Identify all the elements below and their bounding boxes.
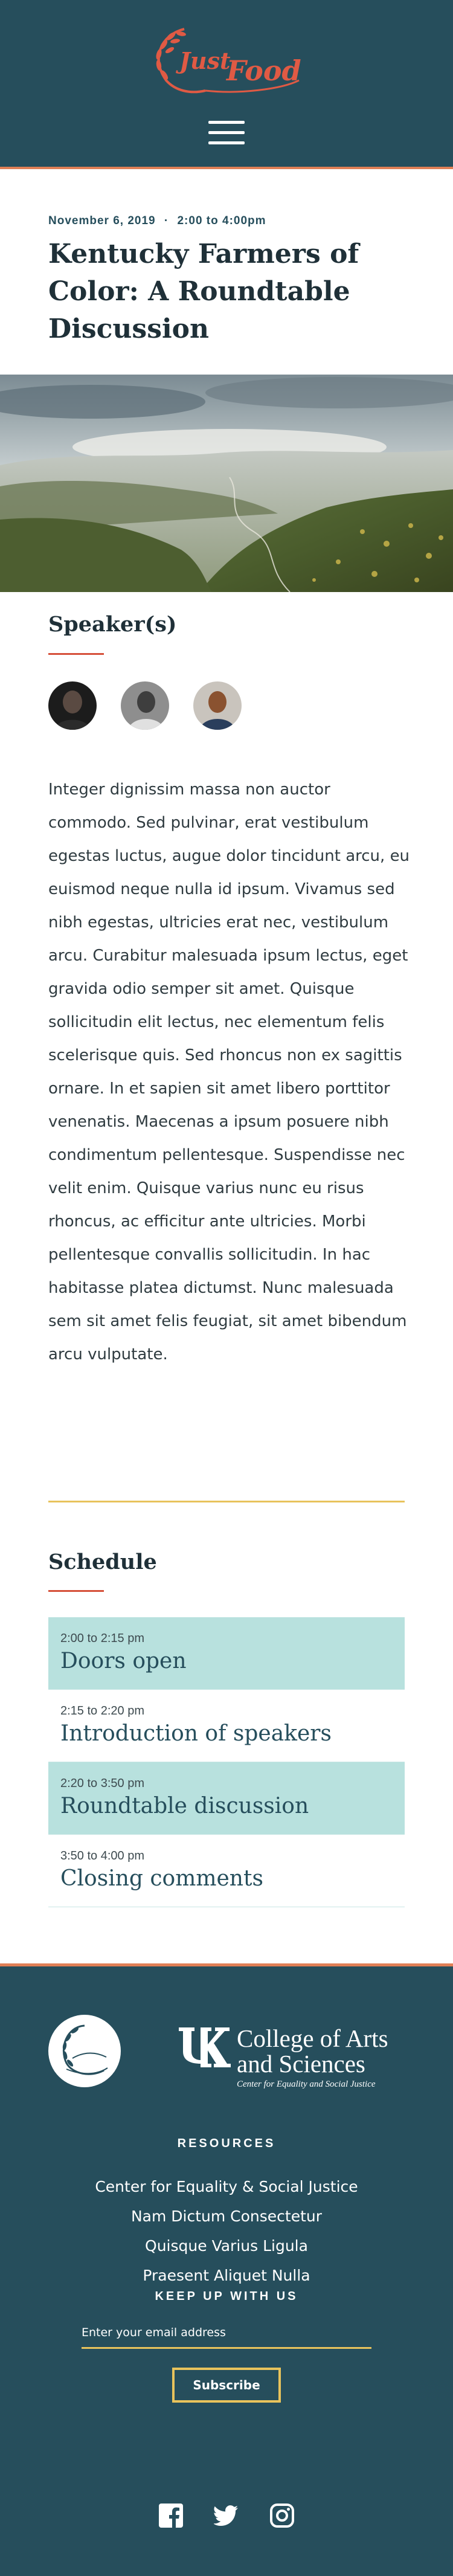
- schedule-item[interactable]: 2:00 to 2:15 pm Doors open: [48, 1617, 405, 1690]
- speaker-avatar-2[interactable]: [121, 681, 169, 730]
- schedule-item-title: Roundtable discussion: [60, 1794, 309, 1818]
- college-of-arts-and-sciences-logo[interactable]: College of Arts and Sciences Center for …: [176, 2024, 406, 2090]
- facebook-icon[interactable]: [158, 2503, 184, 2528]
- section-divider: [48, 1501, 405, 1502]
- event-time: 2:00 to 4:00pm: [177, 214, 266, 227]
- footer-link[interactable]: Nam Dictum Consectetur: [0, 2201, 453, 2231]
- site-header: Just Food: [0, 0, 453, 169]
- schedule-item-time: 3:50 to 4:00 pm: [60, 1849, 144, 1863]
- footer-link[interactable]: Quisque Varius Ligula: [0, 2231, 453, 2261]
- newsletter-heading: KEEP UP WITH US: [155, 2290, 298, 2303]
- schedule-item[interactable]: 2:20 to 3:50 pm Roundtable discussion: [48, 1762, 405, 1835]
- event-description: Integer dignissim massa non auctor commo…: [48, 781, 410, 1364]
- just-food-logo[interactable]: Just Food: [148, 23, 305, 95]
- college-center-name: Center for Equality and Social Justice: [237, 2079, 376, 2089]
- instagram-icon[interactable]: [269, 2503, 295, 2528]
- subscribe-button[interactable]: Subscribe: [172, 2368, 281, 2403]
- speaker-avatar-3[interactable]: [193, 681, 242, 730]
- speaker-avatar-1[interactable]: [48, 681, 97, 730]
- schedule-item-time: 2:00 to 2:15 pm: [60, 1632, 144, 1645]
- footer-wreath-logo[interactable]: [48, 2015, 121, 2087]
- wheat-wreath-icon: [62, 2024, 108, 2075]
- speakers-heading: Speaker(s): [48, 612, 177, 637]
- schedule-item-title: Closing comments: [60, 1866, 263, 1891]
- schedule-item-time: 2:20 to 3:50 pm: [60, 1777, 144, 1790]
- schedule-heading-rule: [48, 1590, 104, 1592]
- logo-text-food: Food: [226, 54, 301, 87]
- schedule-item-title: Doors open: [60, 1649, 187, 1673]
- twitter-icon[interactable]: [213, 2503, 239, 2528]
- uk-logo-icon: [179, 2027, 231, 2067]
- logo-text-just: Just: [179, 47, 231, 74]
- schedule-item-time: 2:15 to 2:20 pm: [60, 1704, 144, 1718]
- footer-link[interactable]: Praesent Aliquet Nulla: [0, 2261, 453, 2290]
- schedule-item[interactable]: 3:50 to 4:00 pm Closing comments: [48, 1835, 405, 1907]
- event-title: Kentucky Farmers of Color: A Roundtable …: [48, 239, 359, 344]
- hamburger-menu-icon[interactable]: [208, 121, 245, 145]
- email-field[interactable]: [82, 2320, 371, 2349]
- site-footer: College of Arts and Sciences Center for …: [0, 1963, 453, 2576]
- resources-links: Center for Equality & Social Justice Nam…: [0, 2172, 453, 2290]
- college-name-line-1: College of Arts: [237, 2024, 388, 2052]
- resources-heading: RESOURCES: [177, 2137, 276, 2150]
- footer-link[interactable]: Center for Equality & Social Justice: [0, 2172, 453, 2201]
- hero-landscape-image: [0, 375, 453, 592]
- speakers-heading-rule: [48, 653, 104, 655]
- schedule-heading: Schedule: [48, 1550, 157, 1574]
- college-name-line-2: and Sciences: [237, 2050, 365, 2078]
- schedule-item[interactable]: 2:15 to 2:20 pm Introduction of speakers: [48, 1690, 405, 1762]
- event-date: November 6, 2019: [48, 214, 156, 227]
- schedule-list: 2:00 to 2:15 pm Doors open 2:15 to 2:20 …: [48, 1617, 405, 1907]
- meta-separator: ·: [164, 214, 169, 227]
- event-meta: November 6, 2019 · 2:00 to 4:00pm: [48, 214, 266, 228]
- schedule-item-title: Introduction of speakers: [60, 1721, 332, 1746]
